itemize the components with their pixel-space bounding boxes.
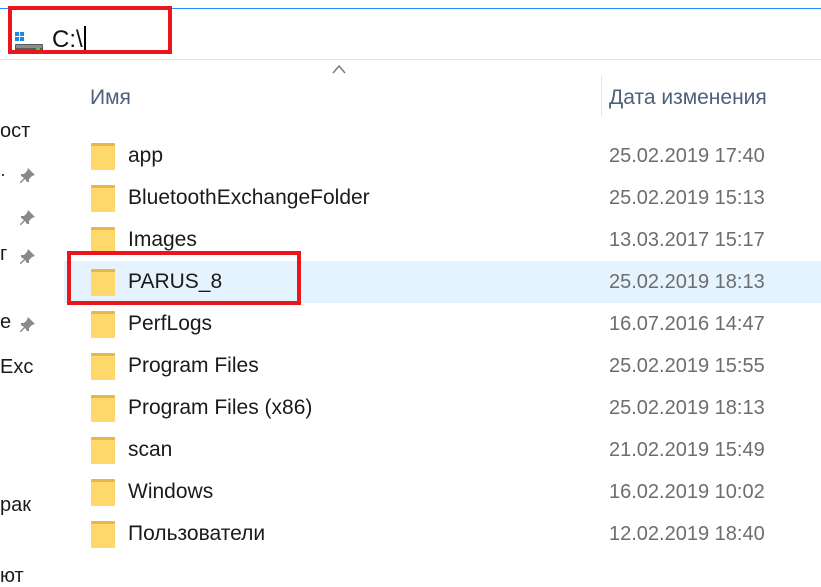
file-name: BluetoothExchangeFolder [128, 186, 370, 209]
file-row[interactable]: Program Files (x86) 25.02.2019 18:13 [64, 387, 821, 429]
file-row[interactable]: Windows 16.02.2019 10:02 [64, 471, 821, 513]
file-name: Program Files (x86) [128, 396, 313, 419]
column-header-date-modified[interactable]: Дата изменения [609, 86, 767, 110]
pin-icon [20, 249, 35, 264]
nav-item-partial-1[interactable]: рак [0, 494, 31, 517]
file-name: PARUS_8 [128, 270, 223, 293]
nav-item-partial-2[interactable]: ют [0, 565, 24, 587]
file-date-modified: 13.03.2017 15:17 [609, 229, 765, 251]
nav-item-pinned-1[interactable]: · [0, 164, 6, 185]
folder-icon [91, 353, 115, 380]
file-name: app [128, 144, 164, 167]
column-header-name[interactable]: Имя [90, 86, 131, 110]
navigation-pane[interactable]: ост · г е Exc рак ют [0, 60, 62, 587]
nav-item-pinned-3[interactable]: г [0, 243, 7, 266]
file-row[interactable]: PerfLogs 16.07.2016 14:47 [64, 303, 821, 345]
folder-icon [91, 143, 115, 170]
file-name: PerfLogs [128, 312, 213, 335]
folder-icon [91, 521, 115, 548]
folder-icon [91, 437, 115, 464]
file-date-modified: 21.02.2019 15:49 [609, 439, 765, 461]
file-date-modified: 25.02.2019 17:40 [609, 145, 765, 167]
file-name: Images [128, 228, 197, 251]
file-row[interactable]: Images 13.03.2017 15:17 [64, 219, 821, 261]
file-row[interactable]: BluetoothExchangeFolder 25.02.2019 15:13 [64, 177, 821, 219]
pin-icon [20, 317, 35, 332]
file-date-modified: 25.02.2019 18:13 [609, 271, 765, 293]
file-date-modified: 16.02.2019 10:02 [609, 481, 765, 503]
file-date-modified: 25.02.2019 15:13 [609, 187, 765, 209]
file-date-modified: 16.07.2016 14:47 [609, 313, 765, 335]
file-name: Program Files [128, 354, 259, 377]
file-row[interactable]: scan 21.02.2019 15:49 [64, 429, 821, 471]
file-date-modified: 25.02.2019 18:13 [609, 397, 765, 419]
address-highlight-box [8, 6, 172, 54]
folder-icon [91, 311, 115, 338]
file-name: Windows [128, 480, 214, 503]
folder-icon [91, 269, 115, 296]
nav-item-pinned-4[interactable]: е [0, 311, 11, 334]
nav-item-exchange[interactable]: Exc [0, 356, 33, 379]
file-row[interactable]: Program Files 25.02.2019 15:55 [64, 345, 821, 387]
pin-icon [20, 210, 35, 225]
sort-ascending-icon [332, 64, 346, 74]
file-explorer-window: C:\ ост · г е Exc рак ют Имя Дата измене… [0, 0, 821, 587]
file-name: Пользователи [128, 522, 266, 545]
folder-icon [91, 479, 115, 506]
folder-icon [91, 227, 115, 254]
file-row[interactable]: app 25.02.2019 17:40 [64, 135, 821, 177]
folder-icon [91, 395, 115, 422]
file-row[interactable]: PARUS_8 25.02.2019 18:13 [64, 261, 821, 303]
nav-item-quick-access[interactable]: ост [0, 120, 30, 143]
pin-icon [20, 168, 35, 183]
column-divider[interactable] [601, 76, 602, 116]
file-row[interactable]: Пользователи 12.02.2019 18:40 [64, 513, 821, 555]
folder-icon [91, 185, 115, 212]
file-name: scan [128, 438, 173, 461]
file-date-modified: 25.02.2019 15:55 [609, 355, 765, 377]
file-date-modified: 12.02.2019 18:40 [609, 523, 765, 545]
